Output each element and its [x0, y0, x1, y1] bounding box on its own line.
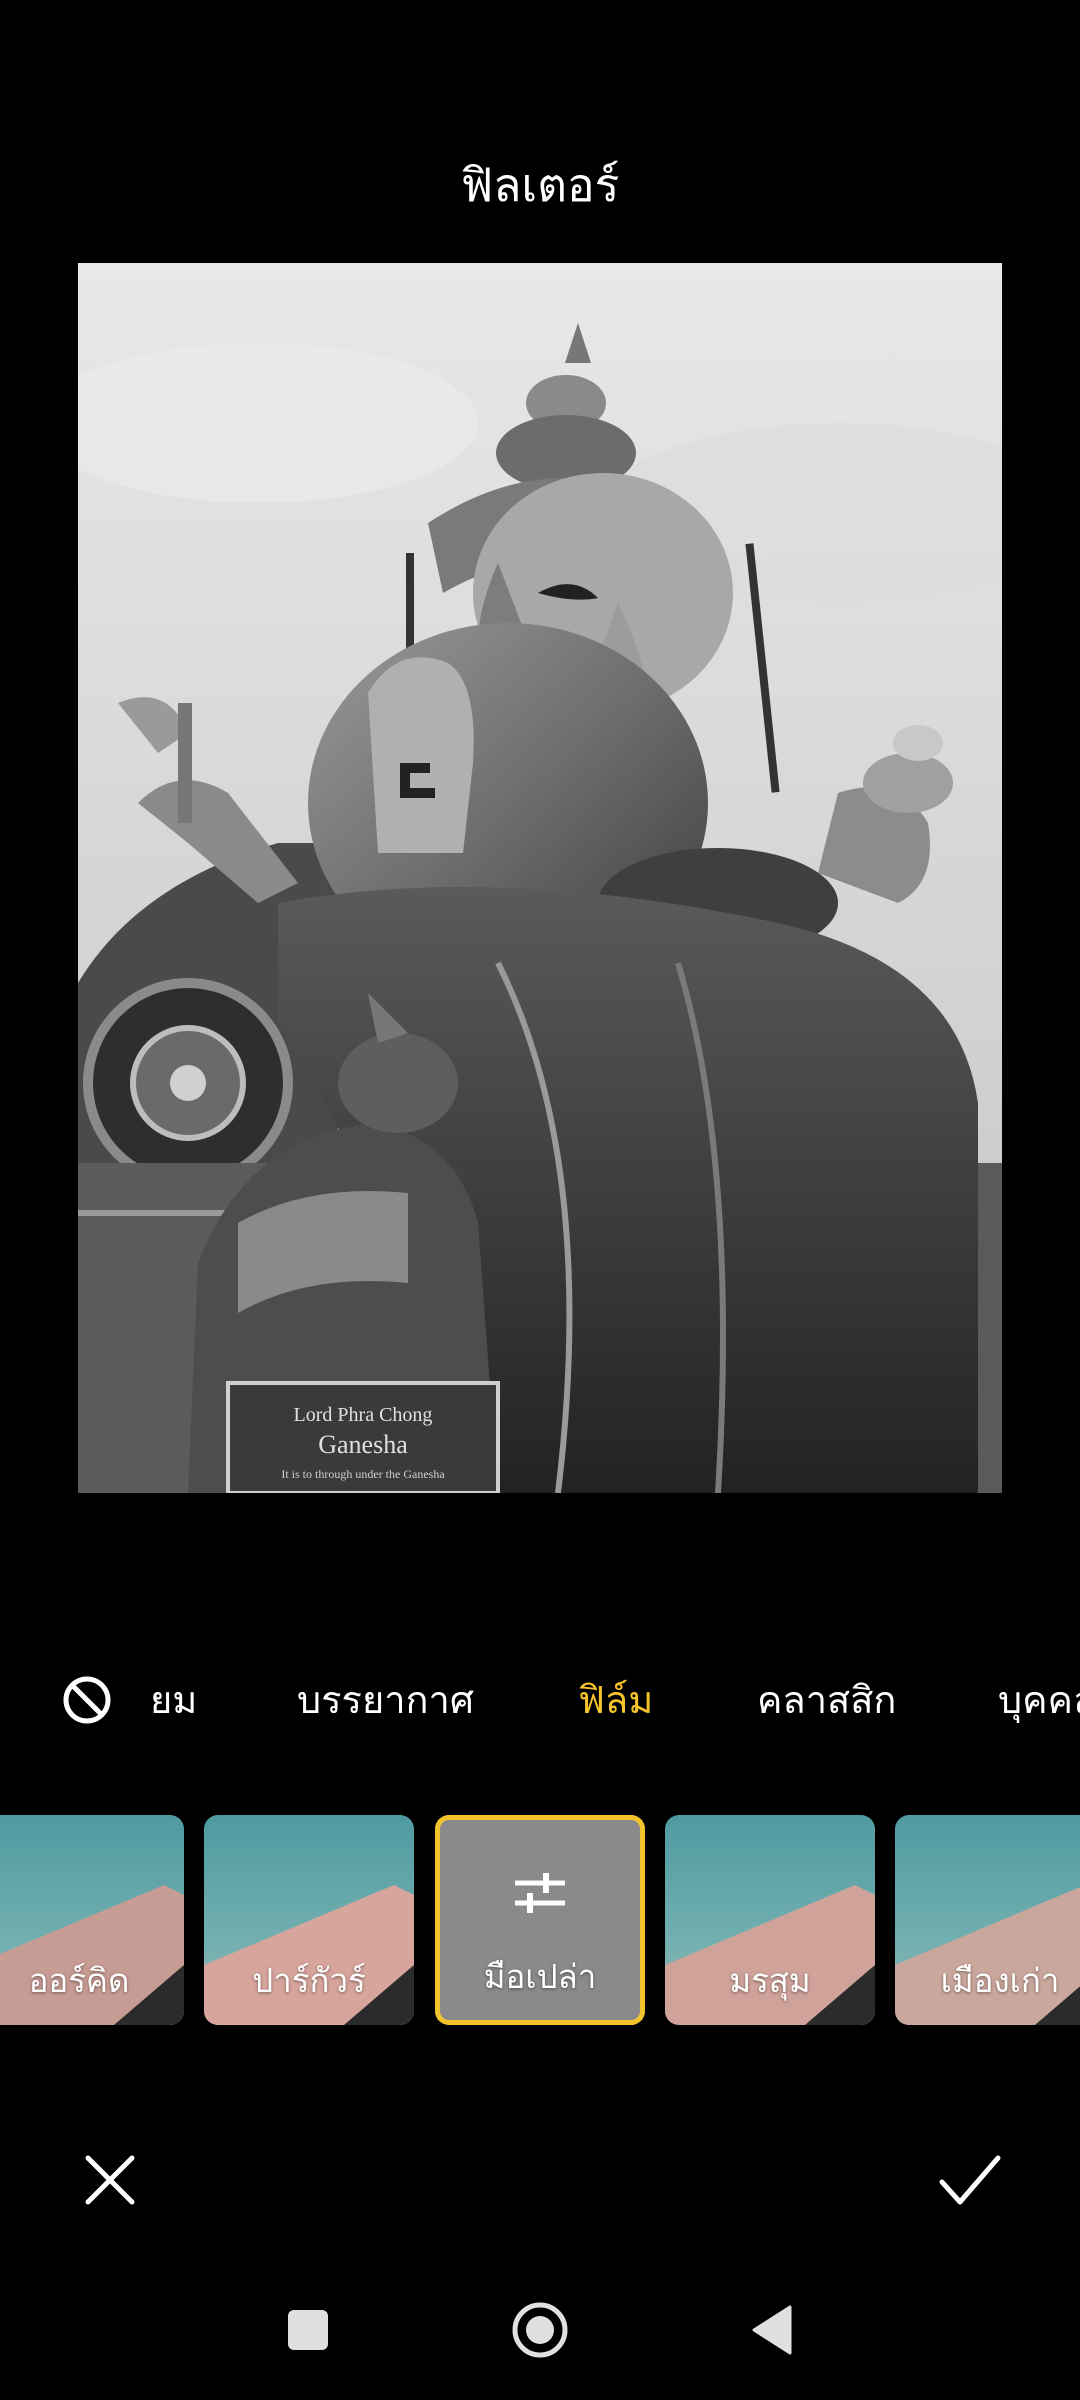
adjust-sliders-icon [515, 1873, 565, 1913]
filter-label: เมืองเก่า [940, 1961, 1060, 2000]
filter-thumbnails: ออร์คิด ปาร์กัวร์ มือเปล่า มรสุม เมืองเก… [0, 1815, 1080, 2025]
tab-category-film[interactable]: ฟิล์ม [578, 1660, 653, 1740]
filter-thumb-4[interactable]: มรสุม [665, 1815, 875, 2025]
filter-thumb-selected[interactable]: มือเปล่า [435, 1815, 645, 2025]
filter-screen: ฟิลเตอร์ Lord Phra Chong Ganesha It is t… [0, 0, 1080, 2400]
filter-thumb-1[interactable]: ออร์คิด [0, 1815, 184, 2025]
filter-label: ออร์คิด [28, 1961, 130, 2000]
ganesha-statue-image: Lord Phra Chong Ganesha It is to through… [78, 263, 1002, 1493]
circle-icon[interactable] [511, 2301, 569, 2359]
tab-category-2[interactable]: บรรยากาศ [297, 1660, 474, 1740]
triangle-back-icon[interactable] [750, 2305, 794, 2355]
plaque-line-3: It is to through under the Ganesha [281, 1467, 445, 1481]
check-icon[interactable] [938, 2152, 1002, 2208]
photo-preview[interactable]: Lord Phra Chong Ganesha It is to through… [78, 263, 1002, 1493]
tab-category-classic[interactable]: คลาสสิก [757, 1660, 896, 1740]
filter-thumb-5[interactable]: เมืองเก่า [895, 1815, 1080, 2025]
filter-label: ปาร์กัวร์ [252, 1961, 366, 2000]
filter-label: มือเปล่า [483, 1957, 597, 1996]
filter-category-tabs: ยม บรรยากาศ ฟิล์ม คลาสสิก บุคคล [0, 1660, 1080, 1740]
filter-thumb-2[interactable]: ปาร์กัวร์ [204, 1815, 414, 2025]
plaque-line-2: Ganesha [318, 1430, 408, 1459]
no-filter-icon[interactable] [60, 1673, 114, 1727]
page-title: ฟิลเตอร์ [460, 158, 620, 212]
filter-label: มรสุม [729, 1961, 811, 2000]
plaque-line-1: Lord Phra Chong [294, 1404, 433, 1426]
tab-category-portrait[interactable]: บุคคล [998, 1660, 1080, 1740]
close-icon[interactable] [82, 2152, 138, 2208]
tab-category-1[interactable]: ยม [150, 1660, 197, 1740]
square-icon[interactable] [288, 2310, 328, 2350]
